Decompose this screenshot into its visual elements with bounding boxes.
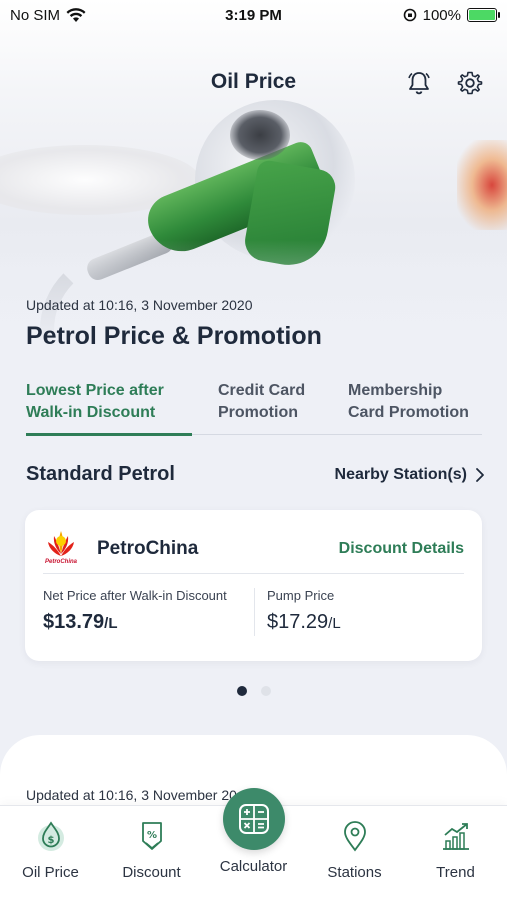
hero-light-blur <box>457 140 507 230</box>
pump-price-unit: /L <box>328 615 341 632</box>
hero-fuel-cap <box>230 110 290 160</box>
station-brand-name: PetroChina <box>97 537 199 559</box>
discount-tag-icon: % <box>134 818 170 854</box>
discount-details-link[interactable]: Discount Details <box>339 540 464 558</box>
nav-trend[interactable]: Trend <box>405 806 506 881</box>
tab-label: Lowest Price after <box>26 382 164 399</box>
nearby-stations-link[interactable]: Nearby Station(s) <box>335 466 485 484</box>
pump-price-block: Pump Price $17.29/L <box>267 588 457 634</box>
pump-price-value: $17.29/L <box>267 611 457 634</box>
net-price-label: Net Price after Walk-in Discount <box>43 588 227 603</box>
nav-label: Stations <box>327 864 382 881</box>
tab-label: Card Promotion <box>348 404 469 421</box>
second-updated-timestamp: Updated at 10:16, 3 November 20 <box>26 787 237 803</box>
svg-text:$: $ <box>47 835 54 846</box>
pump-price-amount: $17.29 <box>267 611 329 633</box>
oil-drop-icon: $ <box>33 818 69 854</box>
carrier-text: No SIM <box>10 6 61 24</box>
net-price-block: Net Price after Walk-in Discount $13.79/… <box>43 588 253 634</box>
updated-timestamp: Updated at 10:16, 3 November 2020 <box>26 297 253 313</box>
trend-chart-icon <box>438 818 474 854</box>
pager-dot-active[interactable] <box>236 686 247 696</box>
nav-calculator[interactable] <box>223 788 285 850</box>
orientation-lock-icon <box>403 8 416 22</box>
net-price-value: $13.79/L <box>43 611 253 634</box>
nav-stations[interactable]: Stations <box>304 806 405 881</box>
bottom-tab-bar: $ Oil Price % Discount Calculator Statio… <box>0 788 507 900</box>
nav-label: Trend <box>436 864 475 881</box>
nav-label: Discount <box>122 864 181 881</box>
section-title: Standard Petrol <box>26 463 175 485</box>
page-title: Petrol Price & Promotion <box>26 322 322 350</box>
card-header: PetroChina PetroChina Discount Details <box>43 524 464 574</box>
net-price-unit: /L <box>104 615 118 632</box>
calculator-icon <box>239 804 269 834</box>
hero-banner <box>0 0 507 370</box>
pager-dot[interactable] <box>260 686 271 696</box>
tab-label: Credit Card <box>218 382 306 399</box>
battery-icon <box>467 8 500 22</box>
svg-text:%: % <box>146 830 156 841</box>
net-price-amount: $13.79 <box>43 611 105 633</box>
location-pin-icon <box>337 818 373 854</box>
wifi-icon <box>66 7 86 22</box>
logo-caption: PetroChina <box>44 558 77 565</box>
tab-walk-in-discount[interactable]: Lowest Price after Walk-in Discount <box>26 380 192 436</box>
tab-label: Membership <box>348 382 443 399</box>
nav-discount[interactable]: % Discount <box>101 806 202 881</box>
carousel-pager <box>0 686 507 696</box>
bell-icon[interactable] <box>404 68 434 98</box>
gear-icon[interactable] <box>455 68 485 98</box>
station-price-card[interactable]: PetroChina PetroChina Discount Details N… <box>25 510 482 661</box>
tab-membership-card-promotion[interactable]: Membership Card Promotion <box>322 380 482 434</box>
battery-percent: 100% <box>422 6 461 24</box>
status-bar: No SIM 3:19 PM 100% <box>0 0 507 30</box>
nav-label: Oil Price <box>22 864 79 881</box>
petrochina-logo: PetroChina <box>43 528 79 570</box>
tab-credit-card-promotion[interactable]: Credit Card Promotion <box>192 380 322 434</box>
pump-price-label: Pump Price <box>267 588 335 603</box>
tab-label: Walk-in Discount <box>26 404 156 421</box>
nearby-stations-label: Nearby Station(s) <box>334 466 467 483</box>
tab-label: Promotion <box>218 404 298 421</box>
nav-oil-price[interactable]: $ Oil Price <box>0 806 101 881</box>
chevron-right-icon <box>476 468 484 482</box>
price-divider <box>254 588 255 636</box>
promotion-tabs: Lowest Price after Walk-in Discount Cred… <box>26 380 482 436</box>
nav-label-calculator[interactable]: Calculator <box>203 858 304 875</box>
